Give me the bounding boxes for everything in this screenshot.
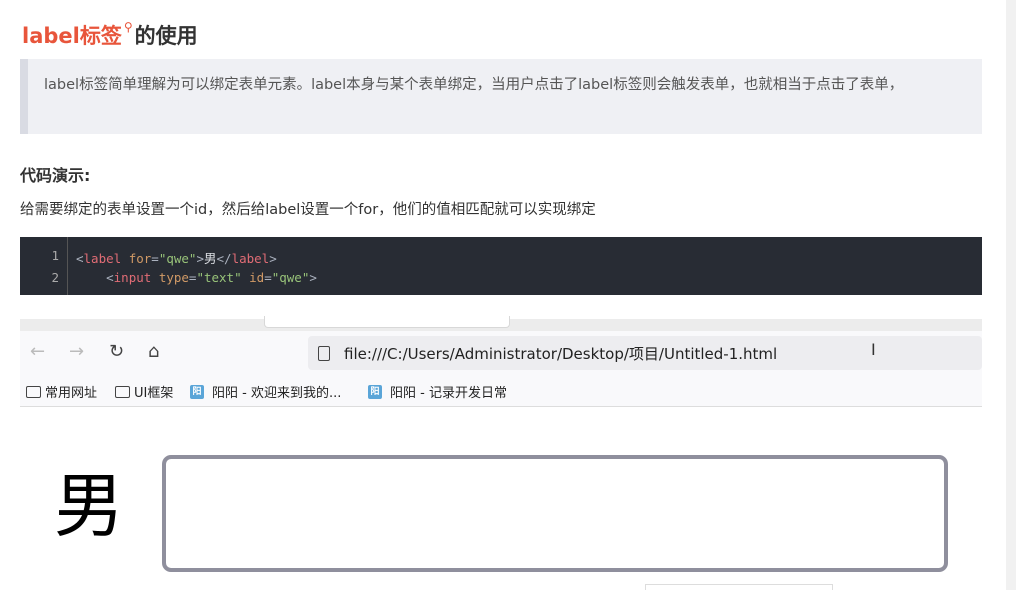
code-line-1: <label for="qwe">男</label> xyxy=(76,248,277,267)
bookmark-label: 阳阳 - 欢迎来到我的... xyxy=(212,386,342,401)
code-token: for xyxy=(128,251,152,266)
code-gutter: 1 2 xyxy=(20,237,68,295)
address-bar[interactable]: file:///C:/Users/Administrator/Desktop/项… xyxy=(308,336,982,370)
section-description: 给需要绑定的表单设置一个id，然后给label设置一个for，他们的值相匹配就可… xyxy=(20,202,596,218)
code-token: = xyxy=(264,270,272,285)
folder-icon xyxy=(26,385,41,398)
demo-label[interactable]: 男 xyxy=(54,456,124,556)
search-icon[interactable]: ⚲ xyxy=(124,20,133,34)
code-token: = xyxy=(151,251,159,266)
site-favicon-icon: 阳 xyxy=(190,384,204,399)
file-icon xyxy=(318,345,330,361)
section-heading: 代码演示: xyxy=(20,166,91,185)
code-token: > xyxy=(309,270,317,285)
code-token: < xyxy=(106,270,114,285)
code-token: id xyxy=(249,270,265,285)
article-title: label标签 ⚲ 的使用 xyxy=(22,20,198,50)
code-token: input xyxy=(113,270,152,285)
code-token: type xyxy=(158,270,189,285)
code-token: "qwe" xyxy=(158,251,197,266)
bookmark-folder-ui[interactable]: UI框架 xyxy=(115,382,173,401)
page-scrollbar[interactable] xyxy=(1006,0,1016,590)
code-token: < xyxy=(76,251,84,266)
code-token: "text" xyxy=(196,270,242,285)
code-line-2: <input type="text" id="qwe"> xyxy=(76,270,317,285)
url-text[interactable]: file:///C:/Users/Administrator/Desktop/项… xyxy=(344,343,777,364)
code-token: label xyxy=(231,251,270,266)
code-block: 1 2 <label for="qwe">男</label> <input ty… xyxy=(20,237,982,295)
bookmarks-bar: 常用网址 UI框架 阳 阳阳 - 欢迎来到我的... 阳 阳阳 - 记录开发日常 xyxy=(20,373,982,407)
blockquote: label标签简单理解为可以绑定表单元素。label本身与某个表单绑定，当用户点… xyxy=(20,59,982,134)
home-icon[interactable]: ⌂ xyxy=(148,342,159,362)
code-token: "qwe" xyxy=(271,270,310,285)
title-keyword-link[interactable]: label标签 xyxy=(22,20,122,50)
bookmark-label: 阳阳 - 记录开发日常 xyxy=(390,386,507,401)
bookmark-site-2[interactable]: 阳 阳阳 - 记录开发日常 xyxy=(368,382,507,401)
bookmark-folder-common[interactable]: 常用网址 xyxy=(26,382,97,401)
forward-arrow-icon[interactable]: → xyxy=(69,342,84,362)
title-rest: 的使用 xyxy=(134,24,198,48)
line-number: 1 xyxy=(51,248,59,263)
text-cursor-icon: I xyxy=(871,340,876,359)
quote-text: label标签简单理解为可以绑定表单元素。label本身与某个表单绑定，当用户点… xyxy=(44,77,904,93)
bookmark-label: UI框架 xyxy=(134,386,174,401)
code-token: > xyxy=(269,251,277,266)
partial-element xyxy=(645,584,833,590)
reload-icon[interactable]: ↻ xyxy=(109,342,124,362)
browser-toolbar: ← → ↻ ⌂ file:///C:/Users/Administrator/D… xyxy=(20,331,982,373)
bookmark-label: 常用网址 xyxy=(45,386,98,401)
browser-tab[interactable] xyxy=(264,316,510,328)
code-token: > xyxy=(196,251,204,266)
code-token: 男 xyxy=(203,251,217,266)
line-number: 2 xyxy=(51,270,59,285)
code-token: label xyxy=(83,251,122,266)
demo-text-input[interactable] xyxy=(162,455,948,572)
folder-icon xyxy=(115,385,130,398)
site-favicon-icon: 阳 xyxy=(368,384,382,399)
back-arrow-icon[interactable]: ← xyxy=(30,342,45,362)
bookmark-site-1[interactable]: 阳 阳阳 - 欢迎来到我的... xyxy=(190,382,341,401)
code-token: </ xyxy=(216,251,232,266)
